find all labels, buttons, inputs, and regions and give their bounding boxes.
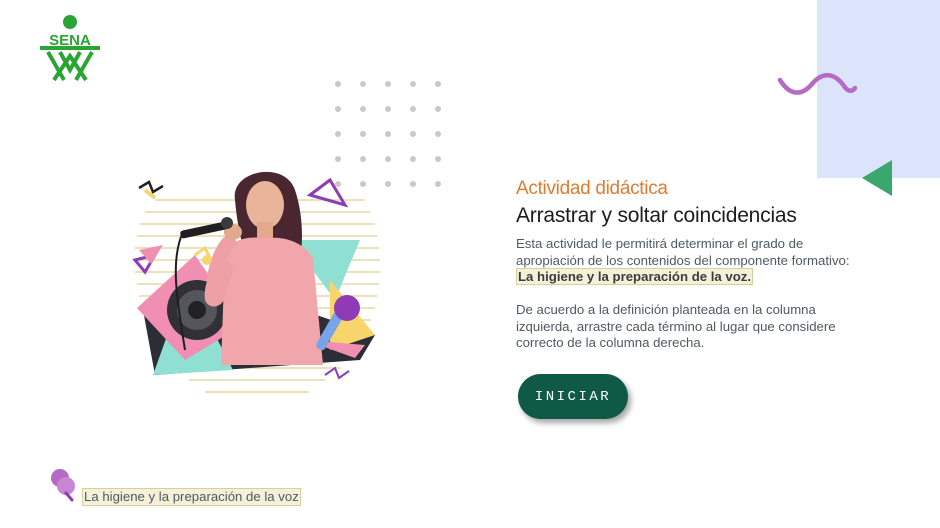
activity-instructions: De acuerdo a la definición planteada en … — [516, 302, 836, 350]
microphone-pin-icon — [46, 466, 80, 504]
activity-title: Arrastrar y soltar coincidencias — [516, 204, 797, 227]
wave-decoration-icon — [776, 70, 858, 102]
sena-logo: SENA — [34, 14, 106, 84]
activity-description: Esta actividad le permitirá determinar e… — [516, 236, 856, 286]
start-button[interactable]: INICIAR — [518, 374, 628, 419]
triangle-decoration-icon — [860, 158, 896, 198]
component-highlight: La higiene y la preparación de la voz. — [516, 268, 754, 285]
activity-subtitle: Actividad didáctica — [516, 178, 668, 199]
description-text: Esta actividad le permitirá determinar e… — [516, 236, 850, 268]
footer-component-label: La higiene y la preparación de la voz — [82, 488, 301, 506]
singer-illustration — [125, 160, 395, 410]
